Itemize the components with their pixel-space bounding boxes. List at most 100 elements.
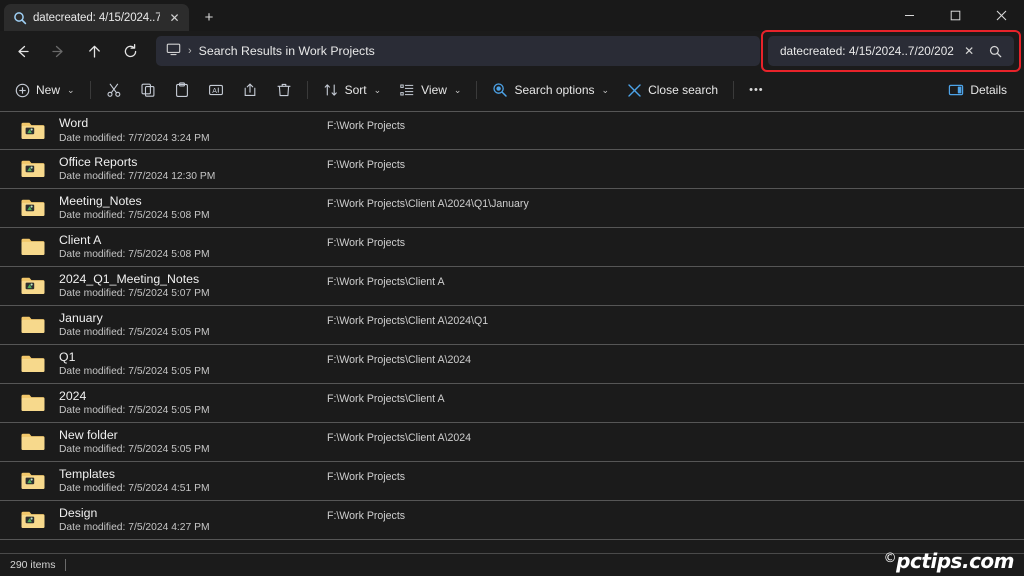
file-name-cell: Q1 Date modified: 7/5/2024 5:05 PM [59,351,327,378]
search-submit-icon[interactable] [985,45,1006,58]
title-bar: datecreated: 4/15/2024..7/20/2 ✕ + [0,0,1024,31]
copy-button[interactable] [131,75,165,105]
folder-icon [20,507,46,533]
delete-button[interactable] [267,75,301,105]
ellipsis-icon: ••• [749,84,764,96]
file-date-modified: Date modified: 7/5/2024 5:07 PM [59,288,327,299]
cut-button[interactable] [97,75,131,105]
toolbar-divider-3 [476,81,477,99]
table-row[interactable]: Office Reports Date modified: 7/7/2024 1… [0,150,1024,189]
details-pane-button[interactable]: Details [939,75,1016,105]
file-name: 2024_Q1_Meeting_Notes [59,273,327,287]
file-path: F:\Work Projects\Client A [327,276,1024,297]
table-row[interactable]: Q1 Date modified: 7/5/2024 5:05 PM F:\Wo… [0,345,1024,384]
tab-strip: datecreated: 4/15/2024..7/20/2 ✕ + [0,0,223,31]
folder-icon [20,273,46,299]
share-button[interactable] [233,75,267,105]
watermark-text: pctips.com [896,549,1014,573]
file-date-modified: Date modified: 7/5/2024 5:05 PM [59,327,327,338]
file-name-cell: Office Reports Date modified: 7/7/2024 1… [59,156,327,183]
rename-button[interactable]: A [199,75,233,105]
chevron-down-icon: ⌄ [374,85,382,96]
breadcrumb-chevron-icon[interactable]: › [188,45,192,57]
more-options-button[interactable]: ••• [740,75,773,105]
folder-icon [20,351,46,377]
new-button[interactable]: New ⌄ [6,75,84,105]
file-name: Design [59,507,327,521]
folder-icon [20,156,46,182]
file-name-cell: New folder Date modified: 7/5/2024 5:05 … [59,429,327,456]
share-icon [242,82,258,98]
clear-search-icon[interactable]: ✕ [960,44,979,58]
item-count-label: 290 items [10,559,56,571]
file-list[interactable]: Word Date modified: 7/7/2024 3:24 PM F:\… [0,109,1024,553]
file-path: F:\Work Projects\Client A\2024\Q1\Januar… [327,198,1024,219]
table-row[interactable]: Design Date modified: 7/5/2024 4:27 PM F… [0,501,1024,540]
rename-icon: A [208,82,224,98]
table-row[interactable]: 2024_Q1_Meeting_Notes Date modified: 7/5… [0,267,1024,306]
file-date-modified: Date modified: 7/5/2024 5:08 PM [59,210,327,221]
table-row[interactable]: Meeting_Notes Date modified: 7/5/2024 5:… [0,189,1024,228]
maximize-button[interactable] [932,0,978,31]
file-name: Meeting_Notes [59,195,327,209]
back-arrow-icon[interactable] [4,36,40,66]
chevron-down-icon: ⌄ [67,85,75,96]
file-name: Client A [59,234,327,248]
new-button-label: New [36,83,60,97]
sort-button-label: Sort [345,83,367,97]
file-path: F:\Work Projects [327,237,1024,258]
file-date-modified: Date modified: 7/7/2024 3:24 PM [59,133,327,144]
file-path: F:\Work Projects\Client A\2024 [327,432,1024,453]
table-row[interactable]: Templates Date modified: 7/5/2024 4:51 P… [0,462,1024,501]
toolbar-divider-4 [733,81,734,99]
file-name: January [59,312,327,326]
file-date-modified: Date modified: 7/5/2024 5:08 PM [59,249,327,260]
up-arrow-icon[interactable] [76,36,112,66]
paste-button[interactable] [165,75,199,105]
file-name-cell: 2024 Date modified: 7/5/2024 5:05 PM [59,390,327,417]
table-row[interactable]: Word Date modified: 7/7/2024 3:24 PM F:\… [0,111,1024,150]
file-name-cell: Client A Date modified: 7/5/2024 5:08 PM [59,234,327,261]
breadcrumb: Search Results in Work Projects [199,44,375,58]
file-name: Word [59,117,327,131]
table-row[interactable]: 2024 Date modified: 7/5/2024 5:05 PM F:\… [0,384,1024,423]
folder-icon [20,234,46,260]
file-name: Templates [59,468,327,482]
forward-arrow-icon[interactable] [40,36,76,66]
file-path: F:\Work Projects\Client A\2024 [327,354,1024,375]
file-name-cell: January Date modified: 7/5/2024 5:05 PM [59,312,327,339]
view-button[interactable]: View ⌄ [390,75,470,105]
folder-icon [20,118,46,144]
close-search-label: Close search [648,83,718,97]
details-icon [948,82,964,98]
new-tab-button[interactable]: + [195,4,223,31]
tab-close-icon[interactable]: ✕ [166,9,183,26]
tab-search-results[interactable]: datecreated: 4/15/2024..7/20/2 ✕ [4,4,189,31]
copy-icon [140,82,156,98]
table-row[interactable]: January Date modified: 7/5/2024 5:05 PM … [0,306,1024,345]
svg-text:A: A [212,88,217,95]
close-button[interactable] [978,0,1024,31]
search-options-button[interactable]: Search options ⌄ [483,75,618,105]
this-pc-icon [166,42,181,60]
search-input[interactable]: datecreated: 4/15/2024..7/20/2024 ✕ [768,36,1014,66]
file-name-cell: Word Date modified: 7/7/2024 3:24 PM [59,117,327,144]
status-divider [65,559,66,571]
folder-icon [20,468,46,494]
file-name: Q1 [59,351,327,365]
table-row[interactable]: Client A Date modified: 7/5/2024 5:08 PM… [0,228,1024,267]
close-search-button[interactable]: Close search [618,75,727,105]
address-bar[interactable]: › Search Results in Work Projects [156,36,760,66]
search-options-icon [492,82,508,98]
status-bar: 290 items [0,553,1024,576]
plus-circle-icon [15,83,30,98]
folder-icon [20,312,46,338]
watermark: ©pctips.com [884,549,1014,573]
minimize-button[interactable] [886,0,932,31]
table-row[interactable]: New folder Date modified: 7/5/2024 5:05 … [0,423,1024,462]
details-button-label: Details [970,83,1007,97]
trash-icon [276,82,292,98]
refresh-icon[interactable] [112,36,148,66]
file-name-cell: Meeting_Notes Date modified: 7/5/2024 5:… [59,195,327,222]
sort-button[interactable]: Sort ⌄ [314,75,391,105]
